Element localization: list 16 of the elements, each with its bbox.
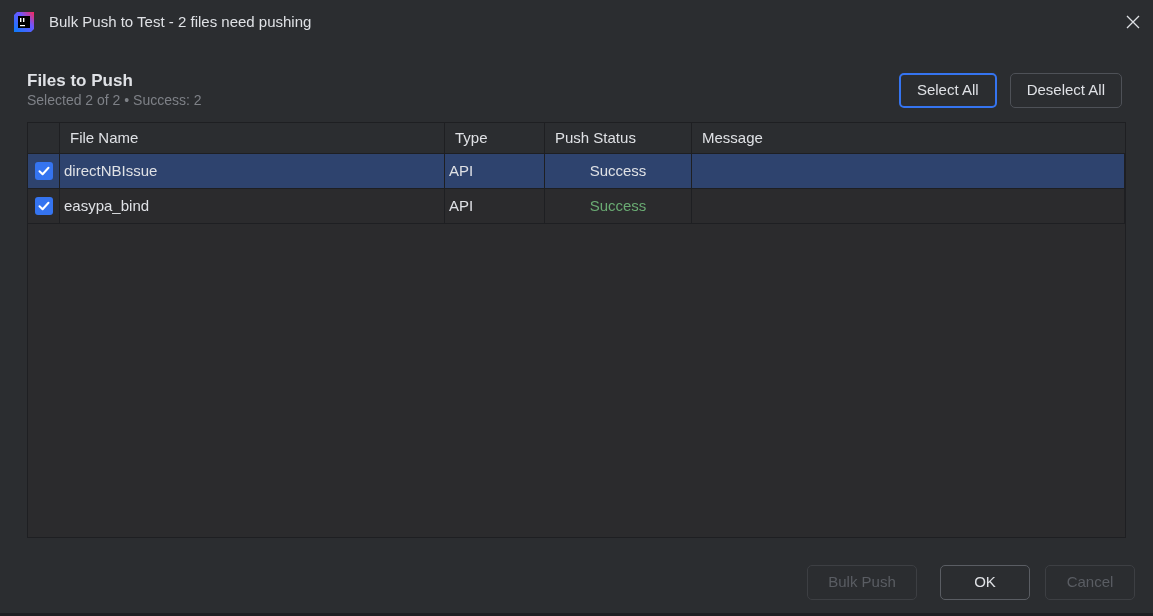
table-row[interactable]: easypa_bind API Success (28, 189, 1125, 224)
column-header[interactable]: File Name (60, 123, 445, 153)
toolbar-button[interactable]: Deselect All (1009, 73, 1122, 108)
column-header[interactable]: Push Status (545, 123, 692, 153)
checked-checkbox[interactable] (34, 197, 53, 215)
checked-checkbox[interactable] (34, 162, 53, 180)
close-icon[interactable] (1126, 15, 1140, 29)
window-title: Bulk Push to Test - 2 files need pushing (49, 11, 312, 32)
dialog-button[interactable]: OK (940, 565, 1030, 600)
column-header[interactable]: Type (445, 123, 545, 153)
app-logo-icon (14, 12, 34, 32)
column-header[interactable]: Message (692, 123, 1125, 153)
selection-summary: Selected 2 of 2 • Success: 2 (27, 91, 202, 109)
section-title: Files to Push (27, 70, 134, 91)
toolbar-button[interactable]: Select All (898, 73, 997, 108)
selected-table-row[interactable]: directNBIssue API Success (28, 154, 1125, 189)
